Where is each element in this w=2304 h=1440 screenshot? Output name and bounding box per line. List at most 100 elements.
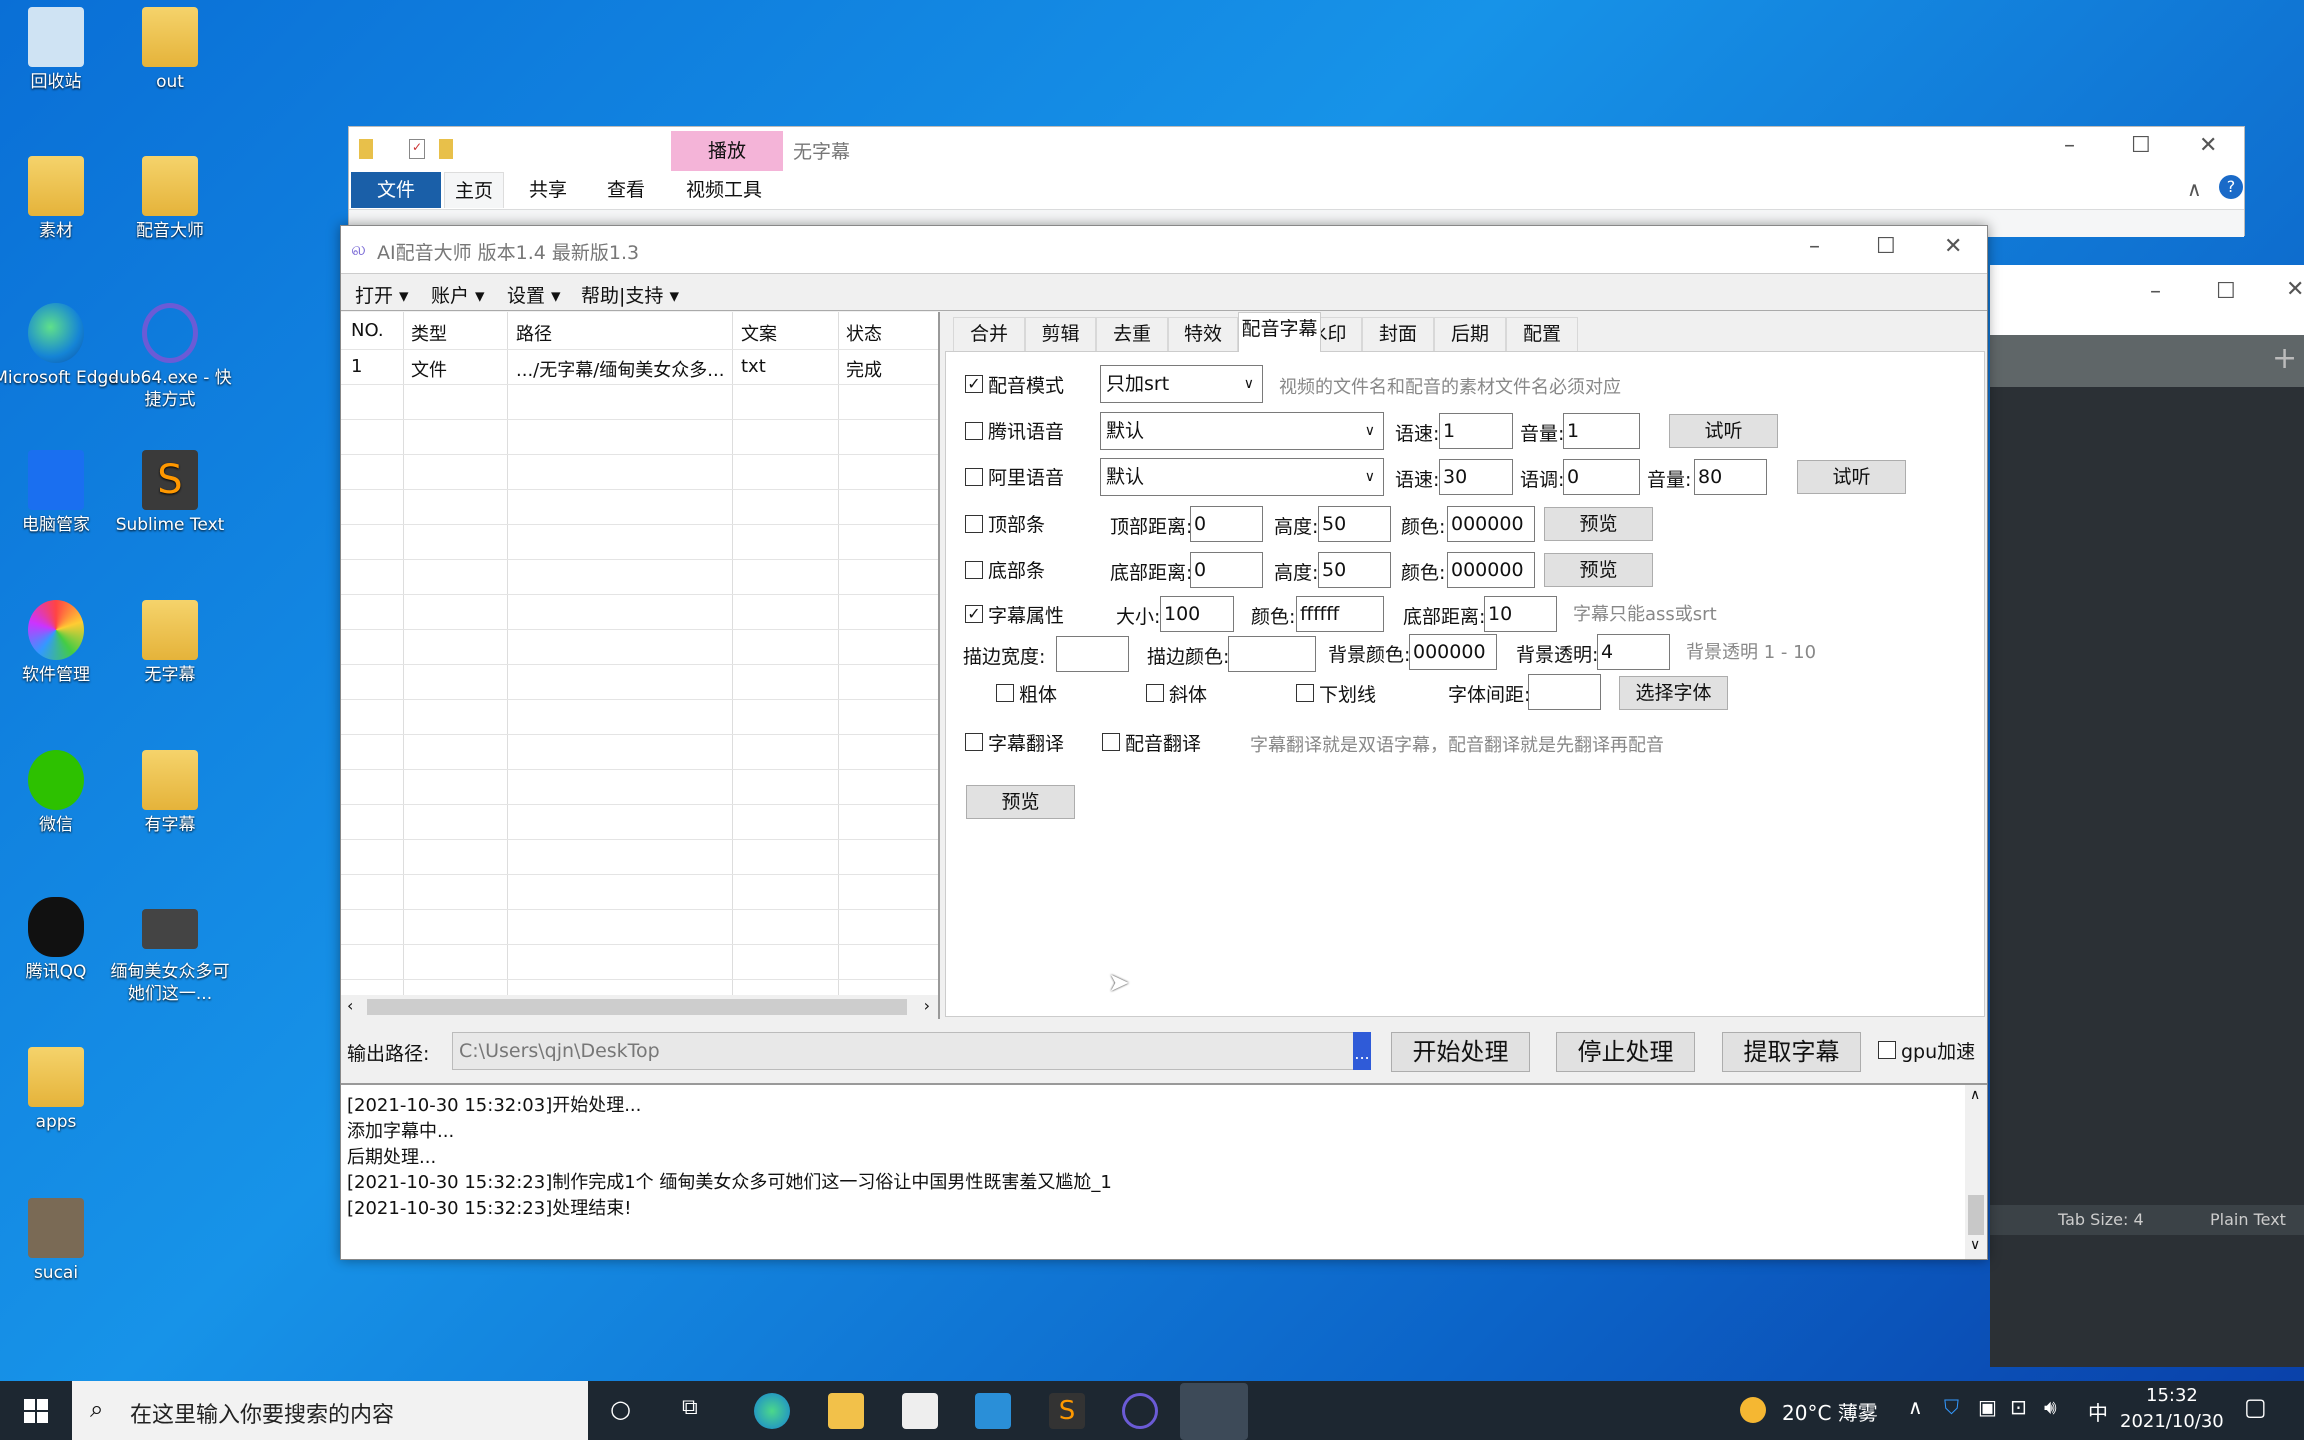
tab-dedup[interactable]: 去重: [1096, 317, 1168, 351]
maximize-button[interactable]: ☐: [2131, 133, 2151, 158]
close-button[interactable]: ✕: [2199, 133, 2217, 158]
subtitle-color-input[interactable]: ffffff: [1296, 596, 1384, 632]
ime-indicator[interactable]: 中: [2088, 1397, 2108, 1426]
close-button[interactable]: ✕: [2286, 277, 2304, 302]
horizontal-scrollbar[interactable]: ‹ ›: [341, 995, 938, 1019]
bold-checkbox[interactable]: [996, 684, 1014, 702]
collapse-ribbon-button[interactable]: ∧: [2187, 177, 2202, 201]
tab-post[interactable]: 后期: [1434, 317, 1506, 351]
bottom-distance-input[interactable]: 0: [1190, 552, 1263, 588]
top-bar-checkbox[interactable]: [965, 515, 983, 533]
output-path-input[interactable]: C:\Users\qjn\DeskTop: [452, 1032, 1354, 1070]
tencent-speed-input[interactable]: 1: [1439, 413, 1513, 449]
subtitle-props-checkbox[interactable]: ✓: [965, 605, 983, 623]
desktop-icon-dub64[interactable]: dub64.exe - 快捷方式: [105, 303, 235, 411]
mail-taskbar-icon[interactable]: [975, 1393, 1011, 1429]
ribbon-tab-share[interactable]: 共享: [519, 172, 577, 208]
tab-edit[interactable]: 剪辑: [1025, 317, 1096, 351]
tab-merge[interactable]: 合并: [953, 317, 1025, 351]
cortana-icon[interactable]: ○: [610, 1395, 631, 1423]
clock-date[interactable]: 2021/10/30: [2120, 1411, 2224, 1432]
minimize-button[interactable]: –: [1809, 234, 1820, 259]
top-color-input[interactable]: 000000: [1447, 506, 1535, 542]
store-taskbar-icon[interactable]: [902, 1393, 938, 1429]
search-box[interactable]: ⌕ 在这里输入你要搜索的内容: [72, 1381, 588, 1440]
preview-button[interactable]: 预览: [966, 785, 1075, 819]
top-height-input[interactable]: 50: [1318, 506, 1391, 542]
ribbon-tab-video-tools[interactable]: 视频工具: [676, 172, 772, 208]
menu-open[interactable]: 打开 ▾: [355, 281, 409, 308]
weather-text[interactable]: 20°C 薄雾: [1782, 1397, 1878, 1426]
dub-mode-checkbox[interactable]: ✓: [965, 375, 983, 393]
show-hidden-icons[interactable]: ∧: [1908, 1395, 1923, 1419]
bottom-color-input[interactable]: 000000: [1447, 552, 1535, 588]
ali-voice-checkbox[interactable]: [965, 468, 983, 486]
scroll-down-arrow[interactable]: ∨: [1970, 1237, 1980, 1253]
desktop-icon-peiyin[interactable]: 配音大师: [105, 156, 235, 242]
start-processing-button[interactable]: 开始处理: [1391, 1032, 1530, 1072]
stroke-width-input[interactable]: [1056, 636, 1129, 672]
ali-speed-input[interactable]: 30: [1439, 459, 1513, 495]
bottom-bar-checkbox[interactable]: [965, 561, 983, 579]
ai-dubbing-taskbar-icon[interactable]: [1180, 1383, 1248, 1440]
tencent-voice-checkbox[interactable]: [965, 422, 983, 440]
sublime-taskbar-icon[interactable]: S: [1049, 1393, 1085, 1429]
bg-color-input[interactable]: 000000: [1409, 634, 1497, 670]
column-header-type[interactable]: 类型: [411, 320, 447, 346]
italic-checkbox[interactable]: [1146, 684, 1164, 702]
dub-mode-select[interactable]: 只加srt ∨: [1100, 365, 1263, 403]
edge-taskbar-icon[interactable]: [754, 1393, 790, 1429]
desktop-icon-qq[interactable]: 腾讯QQ: [0, 897, 121, 983]
tencent-volume-input[interactable]: 1: [1563, 413, 1640, 449]
ali-voice-select[interactable]: 默认 ∨: [1100, 458, 1384, 496]
choose-font-button[interactable]: 选择字体: [1619, 676, 1728, 710]
tab-dub-subtitle[interactable]: 配音字幕: [1238, 312, 1321, 352]
menu-help[interactable]: 帮助|支持 ▾: [581, 281, 679, 308]
top-distance-input[interactable]: 0: [1190, 506, 1263, 542]
gpu-accel-checkbox[interactable]: [1878, 1041, 1896, 1059]
clock-time[interactable]: 15:32: [2146, 1385, 2198, 1406]
desktop-icon-video[interactable]: 缅甸美女众多可她们这一...: [105, 897, 235, 1005]
scroll-up-arrow[interactable]: ∧: [1970, 1087, 1980, 1103]
ribbon-tab-home[interactable]: 主页: [444, 172, 505, 208]
desktop-icon-wuzimu[interactable]: 无字幕: [105, 600, 235, 686]
ali-listen-button[interactable]: 试听: [1797, 460, 1906, 494]
desktop-icon-software-manager[interactable]: 软件管理: [0, 600, 121, 686]
ribbon-tab-view[interactable]: 查看: [597, 172, 655, 208]
dub-translate-checkbox[interactable]: [1102, 733, 1120, 751]
file-explorer-taskbar-icon[interactable]: [828, 1393, 864, 1429]
column-header-path[interactable]: 路径: [516, 320, 552, 346]
extract-subtitle-button[interactable]: 提取字幕: [1722, 1032, 1861, 1072]
desktop-icon-pc-manager[interactable]: 电脑管家: [0, 450, 121, 536]
underline-checkbox[interactable]: [1296, 684, 1314, 702]
tab-config[interactable]: 配置: [1506, 317, 1578, 351]
windows-start-icon[interactable]: [24, 1399, 48, 1423]
desktop-icon-out[interactable]: out: [105, 7, 235, 93]
subtitle-size-input[interactable]: 100: [1160, 596, 1234, 632]
menu-settings[interactable]: 设置 ▾: [507, 281, 561, 308]
ali-volume-input[interactable]: 80: [1694, 459, 1767, 495]
ali-pitch-input[interactable]: 0: [1563, 459, 1640, 495]
minimize-button[interactable]: –: [2064, 133, 2075, 158]
syntax-status[interactable]: Plain Text: [2210, 1210, 2286, 1229]
maximize-button[interactable]: ☐: [1876, 234, 1896, 259]
stroke-color-input[interactable]: [1228, 636, 1316, 672]
scrollbar-thumb[interactable]: [367, 999, 907, 1015]
desktop-icon-sucai-folder[interactable]: 素材: [0, 156, 121, 242]
desktop-icon-wechat[interactable]: 微信: [0, 750, 121, 836]
desktop-icon-youzimu[interactable]: 有字幕: [105, 750, 235, 836]
notification-icon[interactable]: ▢: [2244, 1393, 2267, 1421]
tab-cover[interactable]: 封面: [1362, 317, 1434, 351]
network-icon[interactable]: ▣: [1978, 1395, 1997, 1419]
column-header-no[interactable]: NO.: [351, 320, 384, 341]
scroll-right-arrow[interactable]: ›: [924, 996, 930, 1015]
desktop-icon-apps[interactable]: apps: [0, 1047, 121, 1133]
task-view-icon[interactable]: ⧉: [682, 1395, 698, 1420]
maximize-button[interactable]: ☐: [2216, 279, 2236, 304]
font-spacing-input[interactable]: [1528, 674, 1601, 710]
tencent-listen-button[interactable]: 试听: [1669, 414, 1778, 448]
help-icon[interactable]: ?: [2219, 175, 2243, 199]
volume-icon[interactable]: 🔊︎: [2044, 1395, 2057, 1419]
ribbon-tab-file[interactable]: 文件: [351, 172, 441, 208]
subtitle-bottom-input[interactable]: 10: [1484, 596, 1557, 632]
